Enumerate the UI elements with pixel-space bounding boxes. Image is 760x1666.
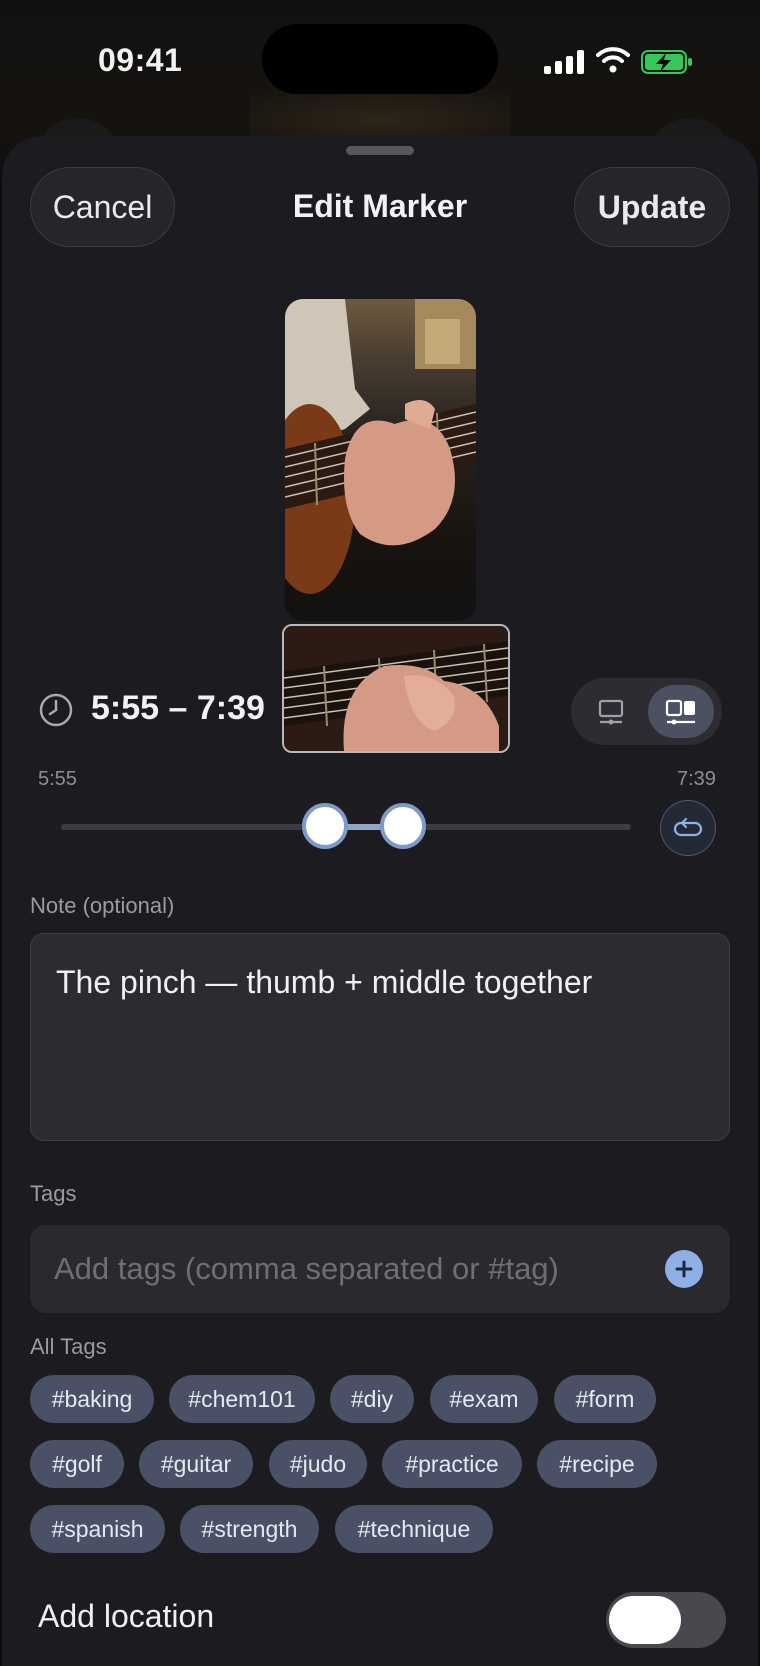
add-location-toggle[interactable]	[606, 1592, 726, 1648]
note-text: The pinch — thumb + middle together	[56, 964, 593, 1000]
view-mode-toggle[interactable]	[571, 678, 722, 745]
clock-icon	[39, 693, 73, 727]
clip-thumbnail[interactable]	[282, 624, 510, 753]
range-end-label: 7:39	[677, 768, 716, 790]
single-view-option[interactable]	[578, 685, 644, 738]
battery-charging-icon	[641, 50, 692, 74]
split-view-option[interactable]	[648, 685, 714, 738]
note-label: Note (optional)	[30, 893, 175, 918]
tag-chip[interactable]: #baking	[30, 1375, 154, 1423]
tag-chip[interactable]: #strength	[180, 1505, 319, 1553]
marker-time-range: 5:55 – 7:39	[91, 689, 265, 727]
loop-icon	[673, 817, 703, 837]
range-end-handle[interactable]	[380, 803, 426, 849]
status-bar: 09:41	[0, 0, 760, 120]
tag-chip[interactable]: #spanish	[30, 1505, 165, 1553]
wifi-icon	[596, 47, 630, 73]
tags-input[interactable]: Add tags (comma separated or #tag)	[30, 1225, 730, 1313]
video-preview[interactable]	[285, 299, 476, 621]
tag-chip[interactable]: #golf	[30, 1440, 124, 1488]
tag-chip[interactable]: #judo	[269, 1440, 367, 1488]
cellular-signal-icon	[544, 50, 584, 74]
tag-chip[interactable]: #recipe	[537, 1440, 657, 1488]
range-start-handle[interactable]	[302, 803, 348, 849]
tag-chip[interactable]: #exam	[430, 1375, 538, 1423]
tags-input-placeholder: Add tags (comma separated or #tag)	[54, 1251, 559, 1286]
tag-chip[interactable]: #diy	[330, 1375, 414, 1423]
add-location-label: Add location	[38, 1598, 215, 1634]
tag-chip[interactable]: #guitar	[139, 1440, 253, 1488]
tag-chip[interactable]: #chem101	[169, 1375, 315, 1423]
guitar-closeup-frame	[284, 626, 508, 751]
sheet-grabber[interactable]	[346, 146, 414, 155]
add-tag-button[interactable]	[665, 1250, 703, 1288]
split-view-icon	[665, 699, 695, 724]
plus-icon	[675, 1260, 693, 1278]
tag-chip[interactable]: #form	[554, 1375, 656, 1423]
toggle-knob	[609, 1596, 681, 1644]
tags-label: Tags	[30, 1181, 77, 1206]
monitor-icon	[598, 699, 624, 724]
status-time: 09:41	[98, 42, 183, 78]
note-textarea[interactable]: The pinch — thumb + middle together	[30, 933, 730, 1141]
update-button[interactable]: Update	[574, 167, 730, 247]
tag-chip[interactable]: #practice	[382, 1440, 522, 1488]
loop-button[interactable]	[660, 800, 716, 856]
tag-chip[interactable]: #technique	[335, 1505, 493, 1553]
dynamic-island	[262, 24, 498, 94]
range-start-label: 5:55	[38, 768, 77, 790]
all-tags-label: All Tags	[30, 1334, 107, 1359]
guitar-video-frame	[285, 299, 476, 594]
